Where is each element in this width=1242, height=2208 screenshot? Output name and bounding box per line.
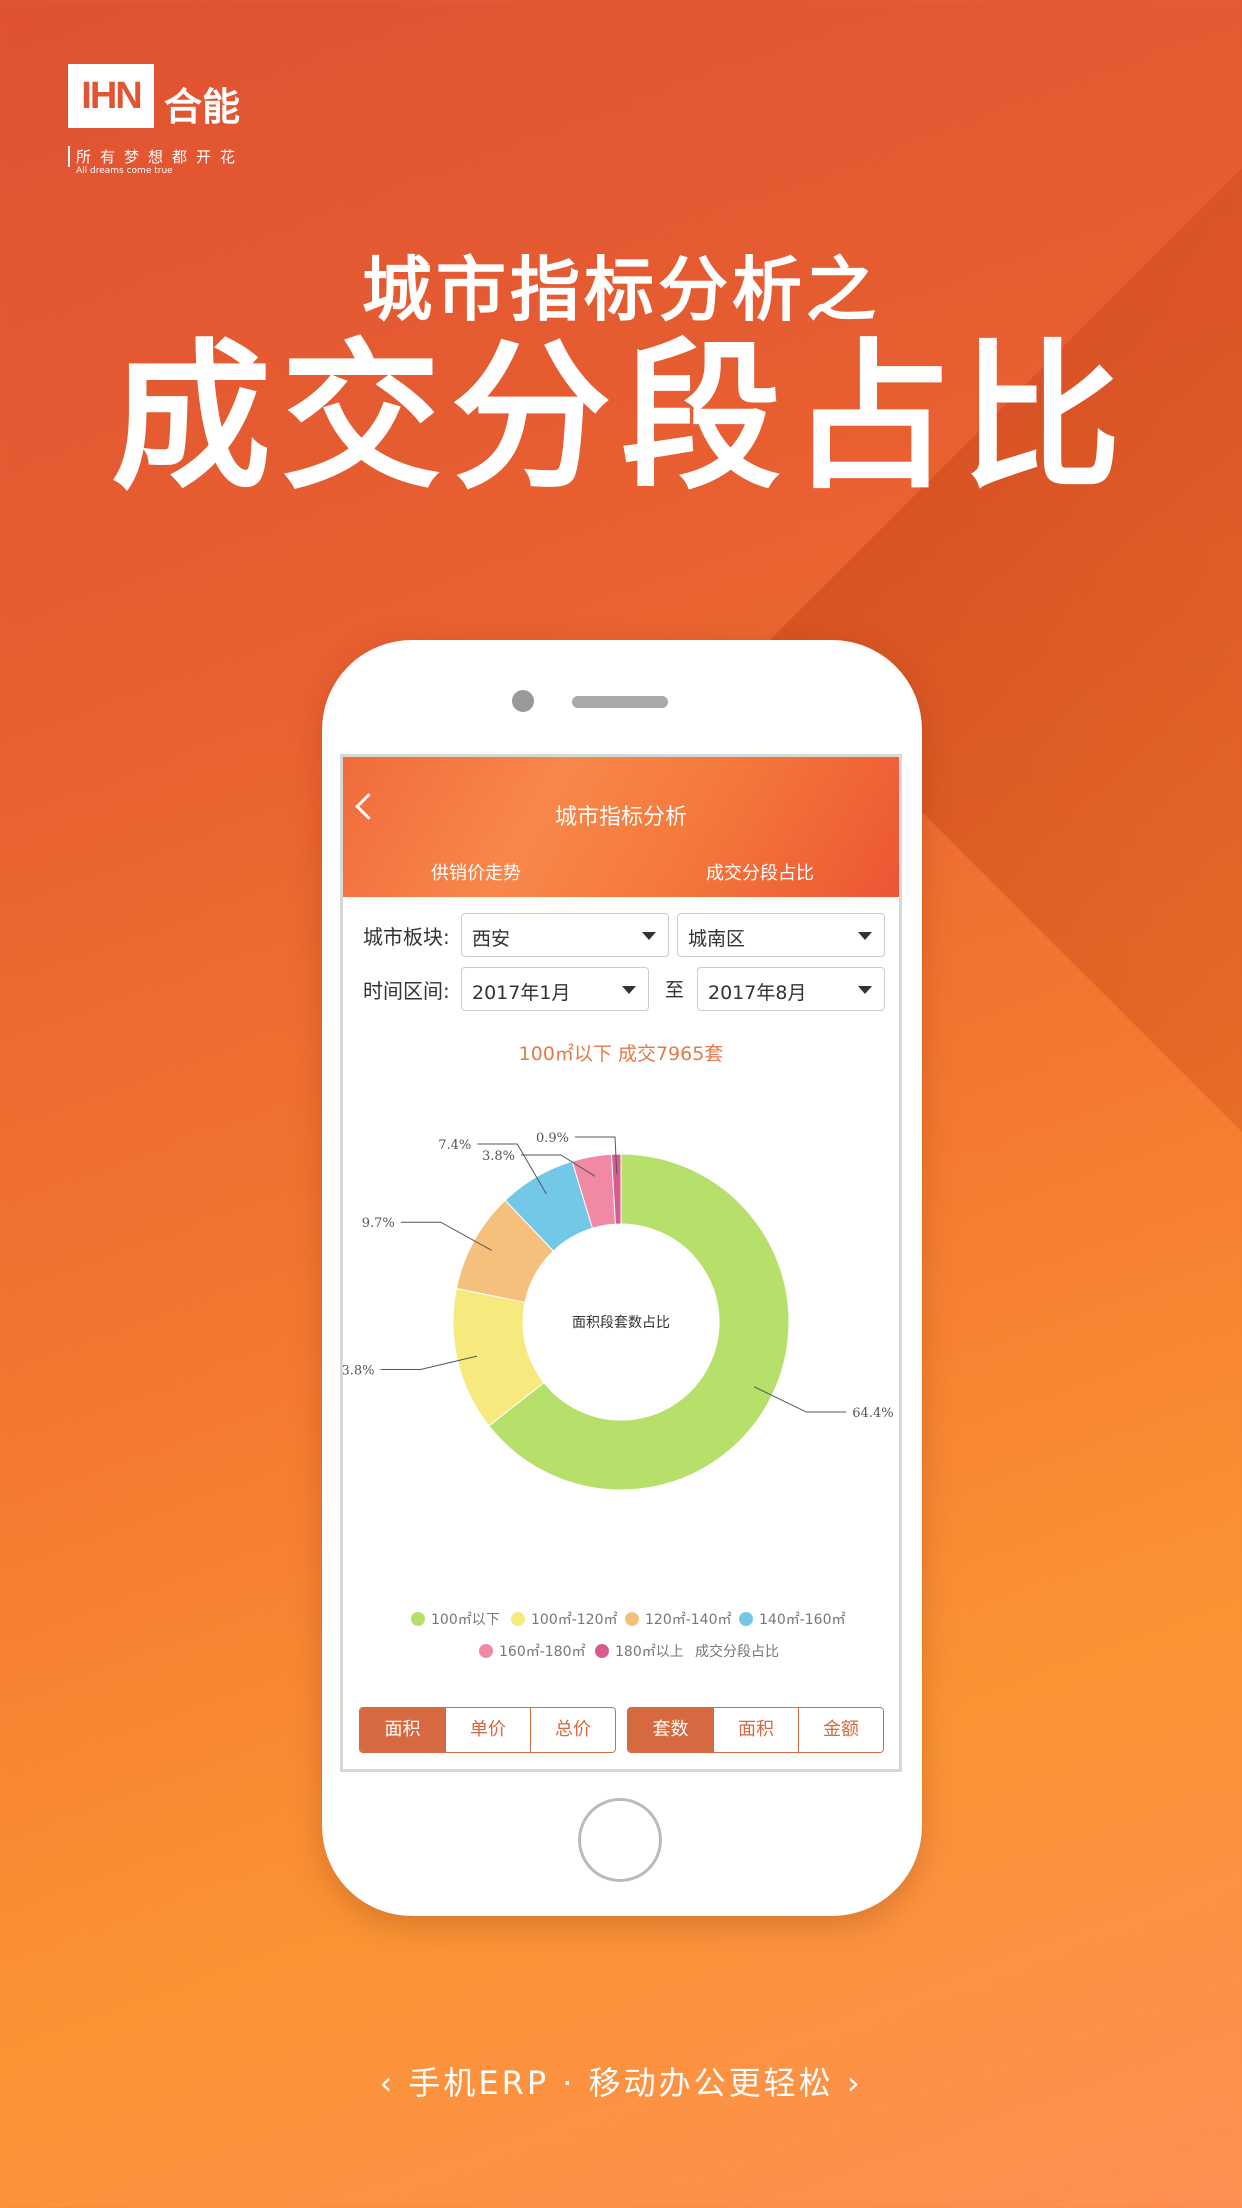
- slice-label: 64.4%: [852, 1406, 893, 1421]
- slice-label: 0.9%: [536, 1131, 569, 1146]
- legend-dot: [739, 1612, 753, 1626]
- total-price-button[interactable]: 总价: [530, 1708, 615, 1752]
- legend-dot: [479, 1644, 493, 1658]
- period-to-select[interactable]: 2017年8月: [697, 967, 885, 1011]
- home-button[interactable]: [578, 1798, 662, 1882]
- legend-item: 120㎡-140㎡: [625, 1609, 732, 1629]
- slice-label: 3.8%: [482, 1149, 515, 1164]
- brand-name: 合能: [164, 85, 241, 129]
- period-from-select[interactable]: 2017年1月: [461, 967, 649, 1011]
- legend-dot: [625, 1612, 639, 1626]
- legend-label: 100㎡以下: [431, 1612, 500, 1628]
- period-to-label: 至: [665, 979, 685, 1001]
- brand-slogan: 所有梦想都开花: [68, 146, 244, 167]
- period-from-value: 2017年1月: [472, 982, 571, 1004]
- period-to-value: 2017年8月: [708, 982, 807, 1004]
- legend-item: 140㎡-160㎡: [739, 1609, 846, 1629]
- legend-dot: [411, 1612, 425, 1626]
- city-value: 西安: [472, 928, 511, 950]
- amount-button[interactable]: 金额: [798, 1708, 883, 1752]
- deal-summary: 100㎡以下 成交7965套: [518, 1043, 724, 1065]
- donut-chart: 64.4% 13.8% 9.7% 7.4% 3.8% 0.9% 面积段套数占比: [343, 1131, 894, 1491]
- logo-mark: IHN: [68, 64, 154, 128]
- unit-price-button[interactable]: 单价: [445, 1708, 530, 1752]
- app-header: 城市指标分析 供销价走势 成交分段占比: [343, 757, 899, 897]
- chevron-right-icon: ›: [846, 2064, 863, 2102]
- legend-label: 120㎡-140㎡: [645, 1612, 732, 1628]
- legend-label: 100㎡-120㎡: [531, 1612, 618, 1628]
- phone-mockup: 城市指标分析 供销价走势 成交分段占比 城市板块: 西安 城南区 时间区间: 2…: [322, 640, 922, 1916]
- headline-subtitle: 城市指标分析之: [362, 249, 880, 331]
- slice-label: 13.8%: [343, 1363, 375, 1378]
- legend-item: 100㎡以下: [411, 1609, 500, 1629]
- district-value: 城南区: [688, 928, 746, 950]
- legend-item: 100㎡-120㎡: [511, 1609, 618, 1629]
- tab-segment-share[interactable]: 成交分段占比: [706, 859, 814, 885]
- measure-button-group: 套数 面积 金额: [627, 1707, 884, 1753]
- chart-center-label: 面积段套数占比: [572, 1315, 670, 1331]
- legend-label: 180㎡以上: [615, 1644, 684, 1660]
- phone-speaker: [572, 696, 668, 708]
- phone-camera: [512, 690, 534, 712]
- slice-label: 7.4%: [438, 1138, 471, 1153]
- measure-area-button[interactable]: 面积: [713, 1708, 798, 1752]
- dropdown-caret-icon: [858, 986, 872, 994]
- legend-label: 140㎡-160㎡: [759, 1612, 846, 1628]
- metric-button-group: 面积 单价 总价: [359, 1707, 616, 1753]
- legend-item: 成交分段占比: [695, 1641, 779, 1661]
- period-label: 时间区间:: [363, 979, 450, 1003]
- district-select[interactable]: 城南区: [677, 913, 885, 957]
- phone-screen: 城市指标分析 供销价走势 成交分段占比 城市板块: 西安 城南区 时间区间: 2…: [340, 754, 902, 1772]
- footer-text: 手机ERP · 移动办公更轻松: [408, 2064, 834, 2102]
- legend-label: 160㎡-180㎡: [499, 1644, 586, 1660]
- headline-title: 成交分段占比: [110, 324, 1131, 511]
- dropdown-caret-icon: [858, 932, 872, 940]
- brand-slogan-en: All dreams come true: [76, 166, 173, 176]
- legend-item: 180㎡以上: [595, 1641, 684, 1661]
- legend-item: 160㎡-180㎡: [479, 1641, 586, 1661]
- app-title: 城市指标分析: [554, 805, 687, 830]
- city-select[interactable]: 西安: [461, 913, 669, 957]
- slice-label: 9.7%: [362, 1216, 395, 1231]
- count-button[interactable]: 套数: [628, 1708, 713, 1752]
- dropdown-caret-icon: [622, 986, 636, 994]
- legend-dot: [595, 1644, 609, 1658]
- footer-tagline: ‹ 手机ERP · 移动办公更轻松 ›: [0, 2058, 1242, 2104]
- legend-label: 成交分段占比: [695, 1644, 779, 1660]
- tab-price-trend[interactable]: 供销价走势: [431, 859, 521, 885]
- area-button[interactable]: 面积: [360, 1708, 445, 1752]
- chevron-left-icon: ‹: [379, 2064, 396, 2102]
- dropdown-caret-icon: [642, 932, 656, 940]
- block-label: 城市板块:: [363, 925, 450, 949]
- legend-dot: [511, 1612, 525, 1626]
